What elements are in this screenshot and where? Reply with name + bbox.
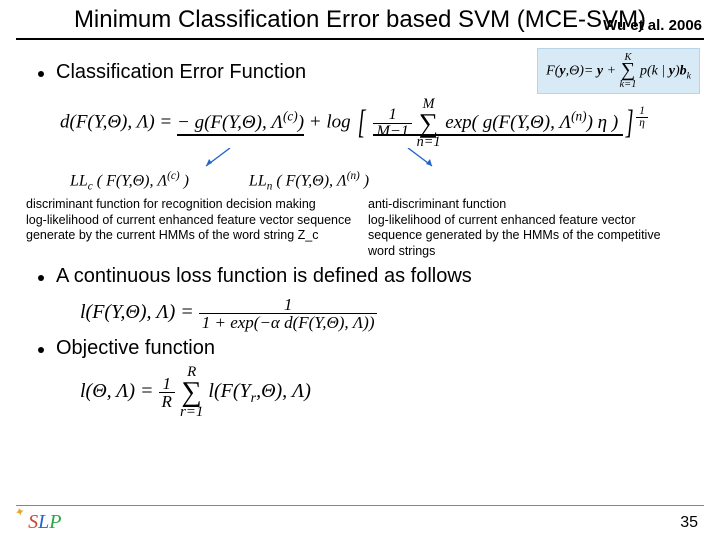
ll-c-equation: LLc ( F(Y,Θ), Λ(c) ) bbox=[70, 170, 189, 193]
right-description: anti-discriminant function log-likelihoo… bbox=[368, 197, 700, 260]
objective-equation: l(Θ, Λ) = 1R R∑r=1 l(F(Yr,Θ), Λ) bbox=[80, 366, 700, 419]
loss-equation: l(F(Y,Θ), Λ) = 1 1 + exp(−α d(F(Y,Θ), Λ)… bbox=[80, 296, 700, 331]
bullet-1: Classification Error Function bbox=[38, 61, 306, 84]
bullet-1-text: Classification Error Function bbox=[56, 61, 306, 84]
bullet-2: A continuous loss function is defined as… bbox=[38, 265, 700, 288]
arrow-left-icon bbox=[200, 148, 240, 168]
bullet-dot-icon bbox=[38, 71, 44, 77]
slp-logo: ✦SLP bbox=[18, 511, 61, 534]
bullet-dot-icon bbox=[38, 275, 44, 281]
slide-title: Minimum Classification Error based SVM (… bbox=[30, 6, 690, 34]
bullet-2-text: A continuous loss function is defined as… bbox=[56, 265, 472, 288]
left-description: discriminant function for recognition de… bbox=[26, 197, 358, 260]
bullet-3-text: Objective function bbox=[56, 337, 215, 360]
boxed-equation: F(y,Θ)= y + K∑k=1 p(k | y)bk bbox=[537, 48, 700, 95]
main-equation: d(F(Y,Θ), Λ) = − g(F(Y,Θ), Λ(c)) + log [… bbox=[60, 98, 700, 148]
ll-n-equation: LLn ( F(Y,Θ), Λ(n) ) bbox=[249, 170, 369, 193]
logo-flare-icon: ✦ bbox=[13, 504, 26, 521]
citation: Wu et al. 2006 bbox=[603, 17, 702, 34]
arrow-connectors bbox=[160, 148, 700, 170]
page-number: 35 bbox=[680, 514, 698, 532]
bullet-3: Objective function bbox=[38, 337, 700, 360]
arrow-right-icon bbox=[400, 148, 440, 168]
footer-divider bbox=[16, 505, 704, 506]
bullet-dot-icon bbox=[38, 347, 44, 353]
